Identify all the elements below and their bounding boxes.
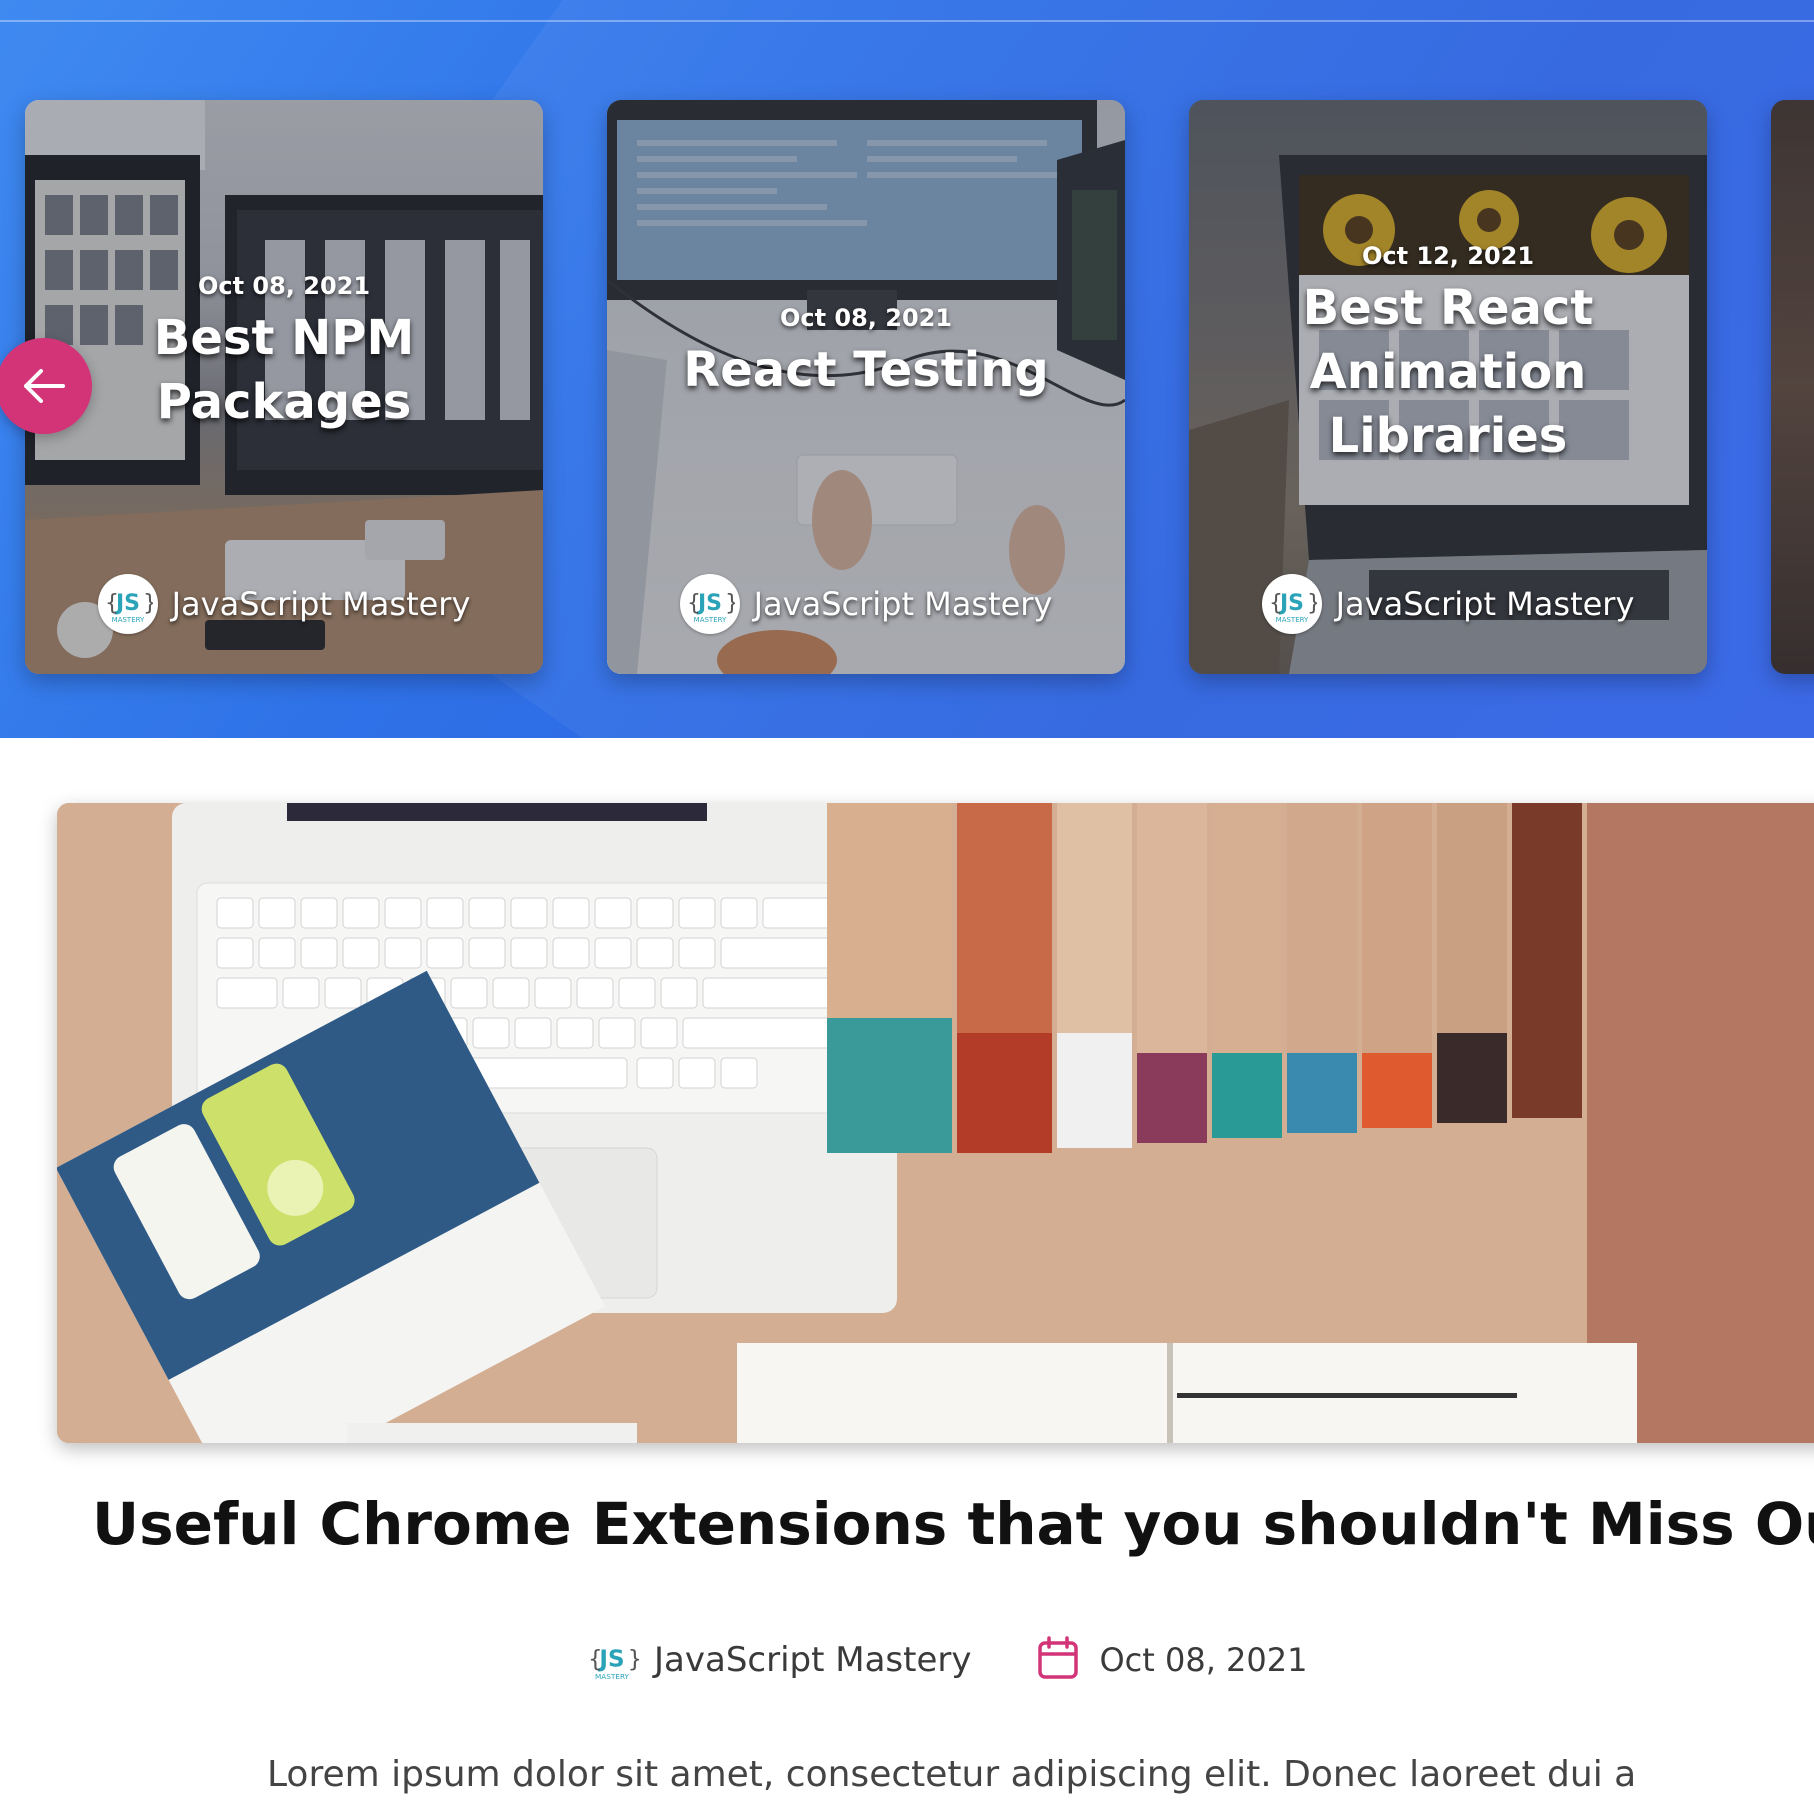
card-author-name: JavaScript Mastery: [1335, 585, 1635, 623]
card-author: JS { } MASTERY JavaScript Mastery: [25, 574, 543, 634]
card-overlay: [1771, 100, 1814, 674]
card-date: Oct 12, 2021: [1361, 242, 1535, 270]
card-author-name: JavaScript Mastery: [171, 585, 471, 623]
svg-text:{: {: [1269, 591, 1283, 616]
card-author-name: JavaScript Mastery: [753, 585, 1053, 623]
svg-text:MASTERY: MASTERY: [693, 616, 726, 624]
carousel-card[interactable]: Oct 08, 2021 React Testing JS { } MASTER…: [607, 100, 1125, 674]
card-author: JS { } MASTERY JavaScript Mastery: [607, 574, 1125, 634]
svg-text:MASTERY: MASTERY: [595, 1672, 630, 1681]
article-author: JavaScript Mastery: [654, 1640, 972, 1680]
card-title[interactable]: Best React Animation Libraries: [1249, 276, 1647, 468]
article-date: Oct 08, 2021: [1099, 1641, 1308, 1679]
calendar-icon: [1037, 1636, 1079, 1684]
svg-text:}: }: [725, 591, 735, 616]
arrow-left-icon: [24, 369, 65, 403]
javascript-mastery-logo: JS { } MASTERY: [584, 1632, 640, 1688]
card-title[interactable]: React Testing: [667, 338, 1065, 402]
javascript-mastery-logo: JS { } MASTERY: [1261, 574, 1322, 634]
card-date: Oct 08, 2021: [779, 304, 953, 332]
svg-text:{: {: [105, 591, 119, 616]
featured-posts-carousel: Oct 08, 2021 Best NPM Packages JS { } MA…: [0, 0, 1814, 738]
card-title[interactable]: Best NPM Packages: [85, 306, 483, 434]
article-title: Useful Chrome Extensions that you should…: [92, 1490, 1814, 1558]
svg-text:MASTERY: MASTERY: [111, 616, 144, 624]
carousel-card-partial[interactable]: [1771, 100, 1814, 674]
svg-text:MASTERY: MASTERY: [1275, 616, 1308, 624]
javascript-mastery-logo: JS { } MASTERY: [97, 574, 158, 634]
javascript-mastery-logo: JS { } MASTERY: [679, 574, 740, 634]
article-meta: JS { } MASTERY JavaScript Mastery Oct 08…: [584, 1630, 1307, 1690]
article-excerpt: Lorem ipsum dolor sit amet, consectetur …: [267, 1754, 1637, 1795]
svg-text:}: }: [1307, 591, 1317, 616]
card-date: Oct 08, 2021: [197, 272, 371, 300]
svg-text:{: {: [687, 591, 701, 616]
svg-text:{: {: [588, 1646, 603, 1672]
article-featured-image: [57, 803, 1814, 1443]
card-author: JS { } MASTERY JavaScript Mastery: [1189, 574, 1707, 634]
svg-text:}: }: [143, 591, 153, 616]
header-divider: [0, 20, 1814, 22]
svg-text:}: }: [628, 1646, 639, 1672]
carousel-card[interactable]: Oct 08, 2021 Best NPM Packages JS { } MA…: [25, 100, 543, 674]
carousel-prev-button[interactable]: [0, 338, 92, 434]
carousel-card[interactable]: Oct 12, 2021 Best React Animation Librar…: [1189, 100, 1707, 674]
